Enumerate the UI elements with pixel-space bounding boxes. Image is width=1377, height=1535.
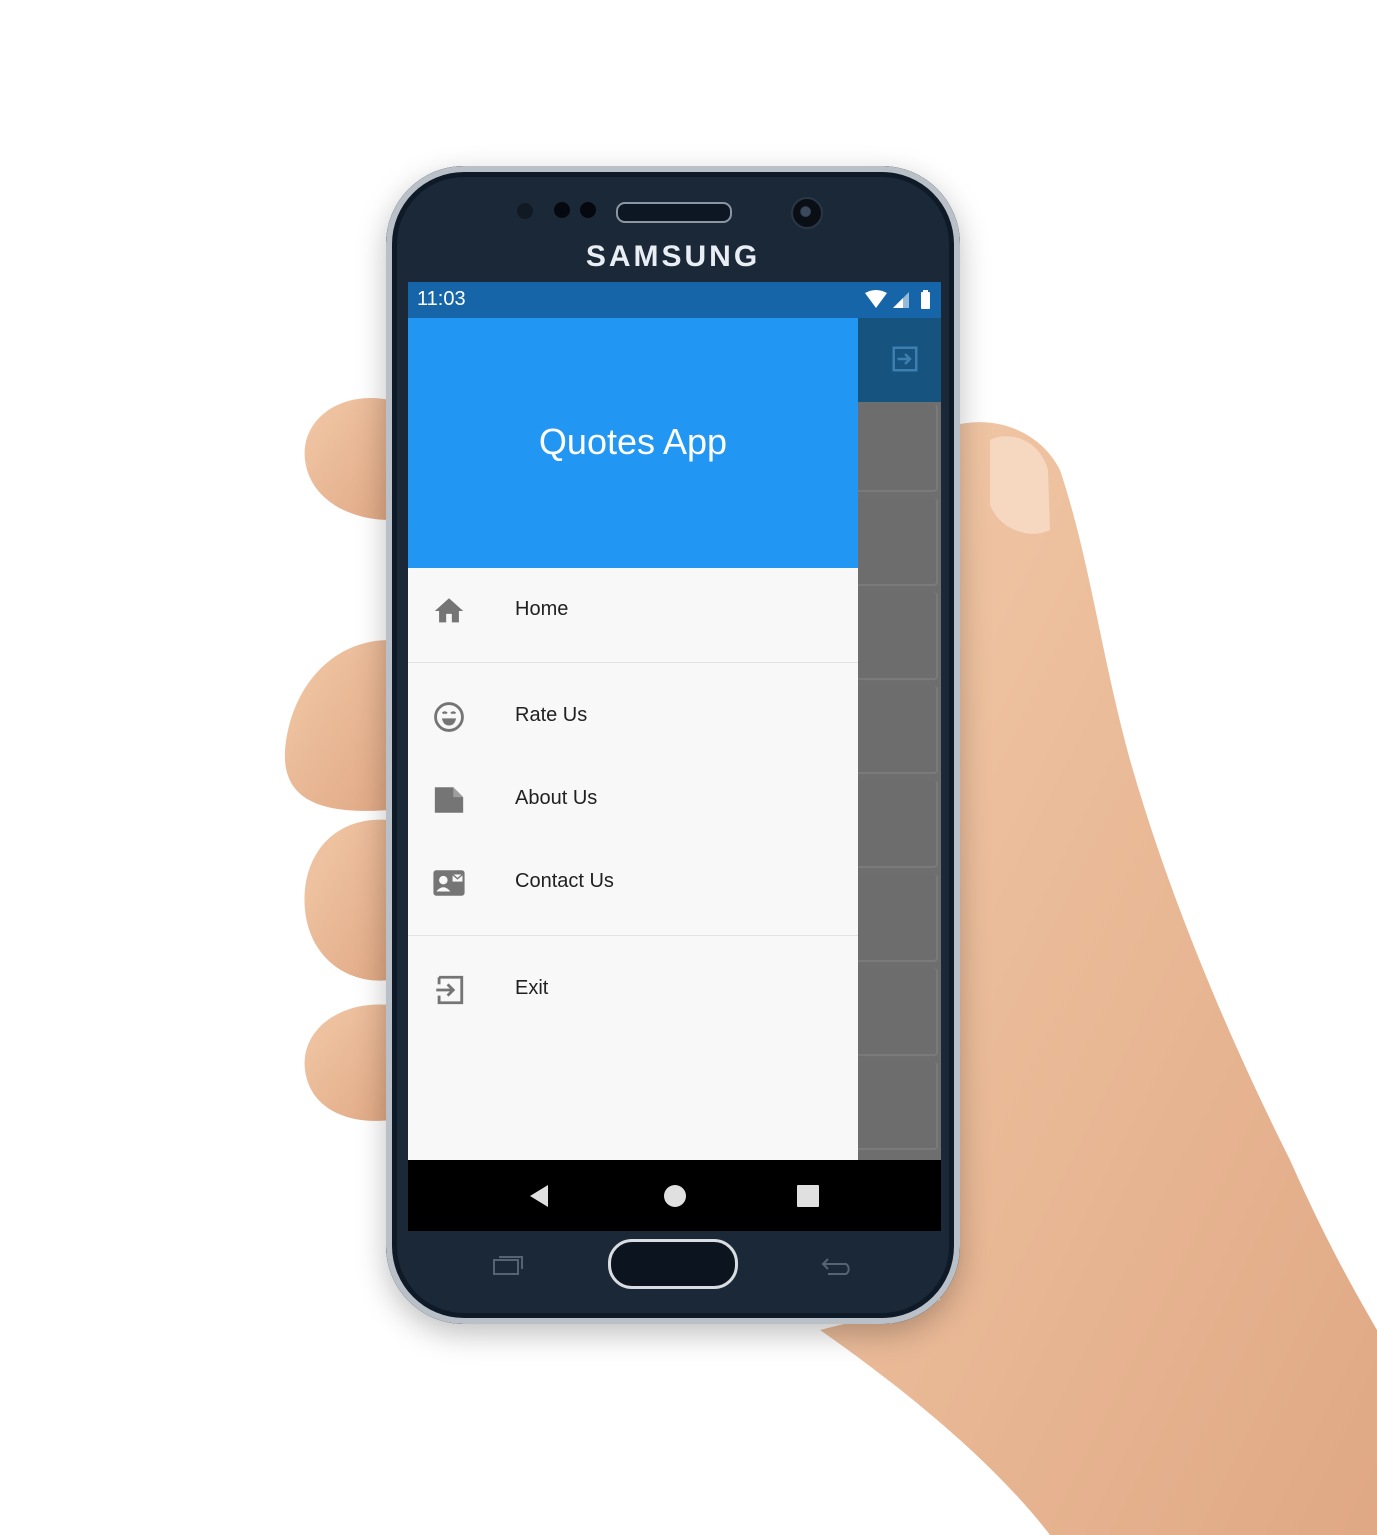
navigation-bar (408, 1160, 941, 1231)
home-icon (434, 598, 464, 623)
brand-logo: SAMSUNG (585, 240, 761, 273)
divider (408, 662, 858, 663)
drawer-item-about-us[interactable]: About Us (408, 771, 858, 827)
status-bar: 11:03 (408, 282, 941, 318)
status-icons (865, 290, 930, 309)
screen: 11:03 Quotes App Home Rate Us About Us C… (408, 282, 941, 1231)
contact-card-icon (433, 870, 465, 896)
quote-card (858, 404, 938, 492)
drawer-item-rate-us[interactable]: Rate Us (408, 688, 858, 744)
quote-card (858, 1062, 938, 1150)
home-button-icon[interactable] (661, 1182, 689, 1210)
status-time: 11:03 (417, 288, 466, 310)
drawer-header: Quotes App (408, 318, 858, 568)
drawer-item-contact-us[interactable]: Contact Us (408, 854, 858, 910)
note-icon (434, 787, 464, 813)
wifi-icon (865, 290, 887, 308)
navigation-drawer: Quotes App Home Rate Us About Us Contact… (408, 318, 858, 1160)
hardware-back-icon[interactable] (818, 1254, 854, 1276)
drawer-item-label: Exit (515, 977, 549, 999)
drawer-item-label: Home (515, 598, 569, 620)
drawer-item-label: About Us (515, 787, 598, 809)
app-bar-exit-icon[interactable] (890, 344, 920, 374)
exit-icon (436, 975, 464, 1005)
hardware-recents-icon[interactable] (490, 1254, 526, 1276)
drawer-item-exit[interactable]: Exit (408, 961, 858, 1017)
earpiece-speaker (616, 202, 732, 223)
drawer-item-label: Rate Us (515, 704, 588, 726)
quote-card (858, 686, 938, 774)
quote-card (858, 592, 938, 680)
hardware-home-key[interactable] (608, 1239, 738, 1289)
divider (408, 935, 858, 936)
quote-card (858, 968, 938, 1056)
drawer-title: Quotes App (538, 421, 728, 462)
smiley-icon (434, 702, 464, 732)
quote-card (858, 874, 938, 962)
sensor-right (580, 202, 596, 218)
quote-card (858, 780, 938, 868)
recents-icon[interactable] (794, 1182, 822, 1210)
battery-icon (921, 292, 930, 309)
drawer-item-label: Contact Us (515, 870, 614, 892)
proximity-sensor (517, 203, 533, 219)
drawer-item-home[interactable]: Home (408, 582, 858, 638)
front-camera (791, 197, 823, 229)
back-icon[interactable] (526, 1182, 554, 1210)
quote-card (858, 498, 938, 586)
sensor-left (554, 202, 570, 218)
